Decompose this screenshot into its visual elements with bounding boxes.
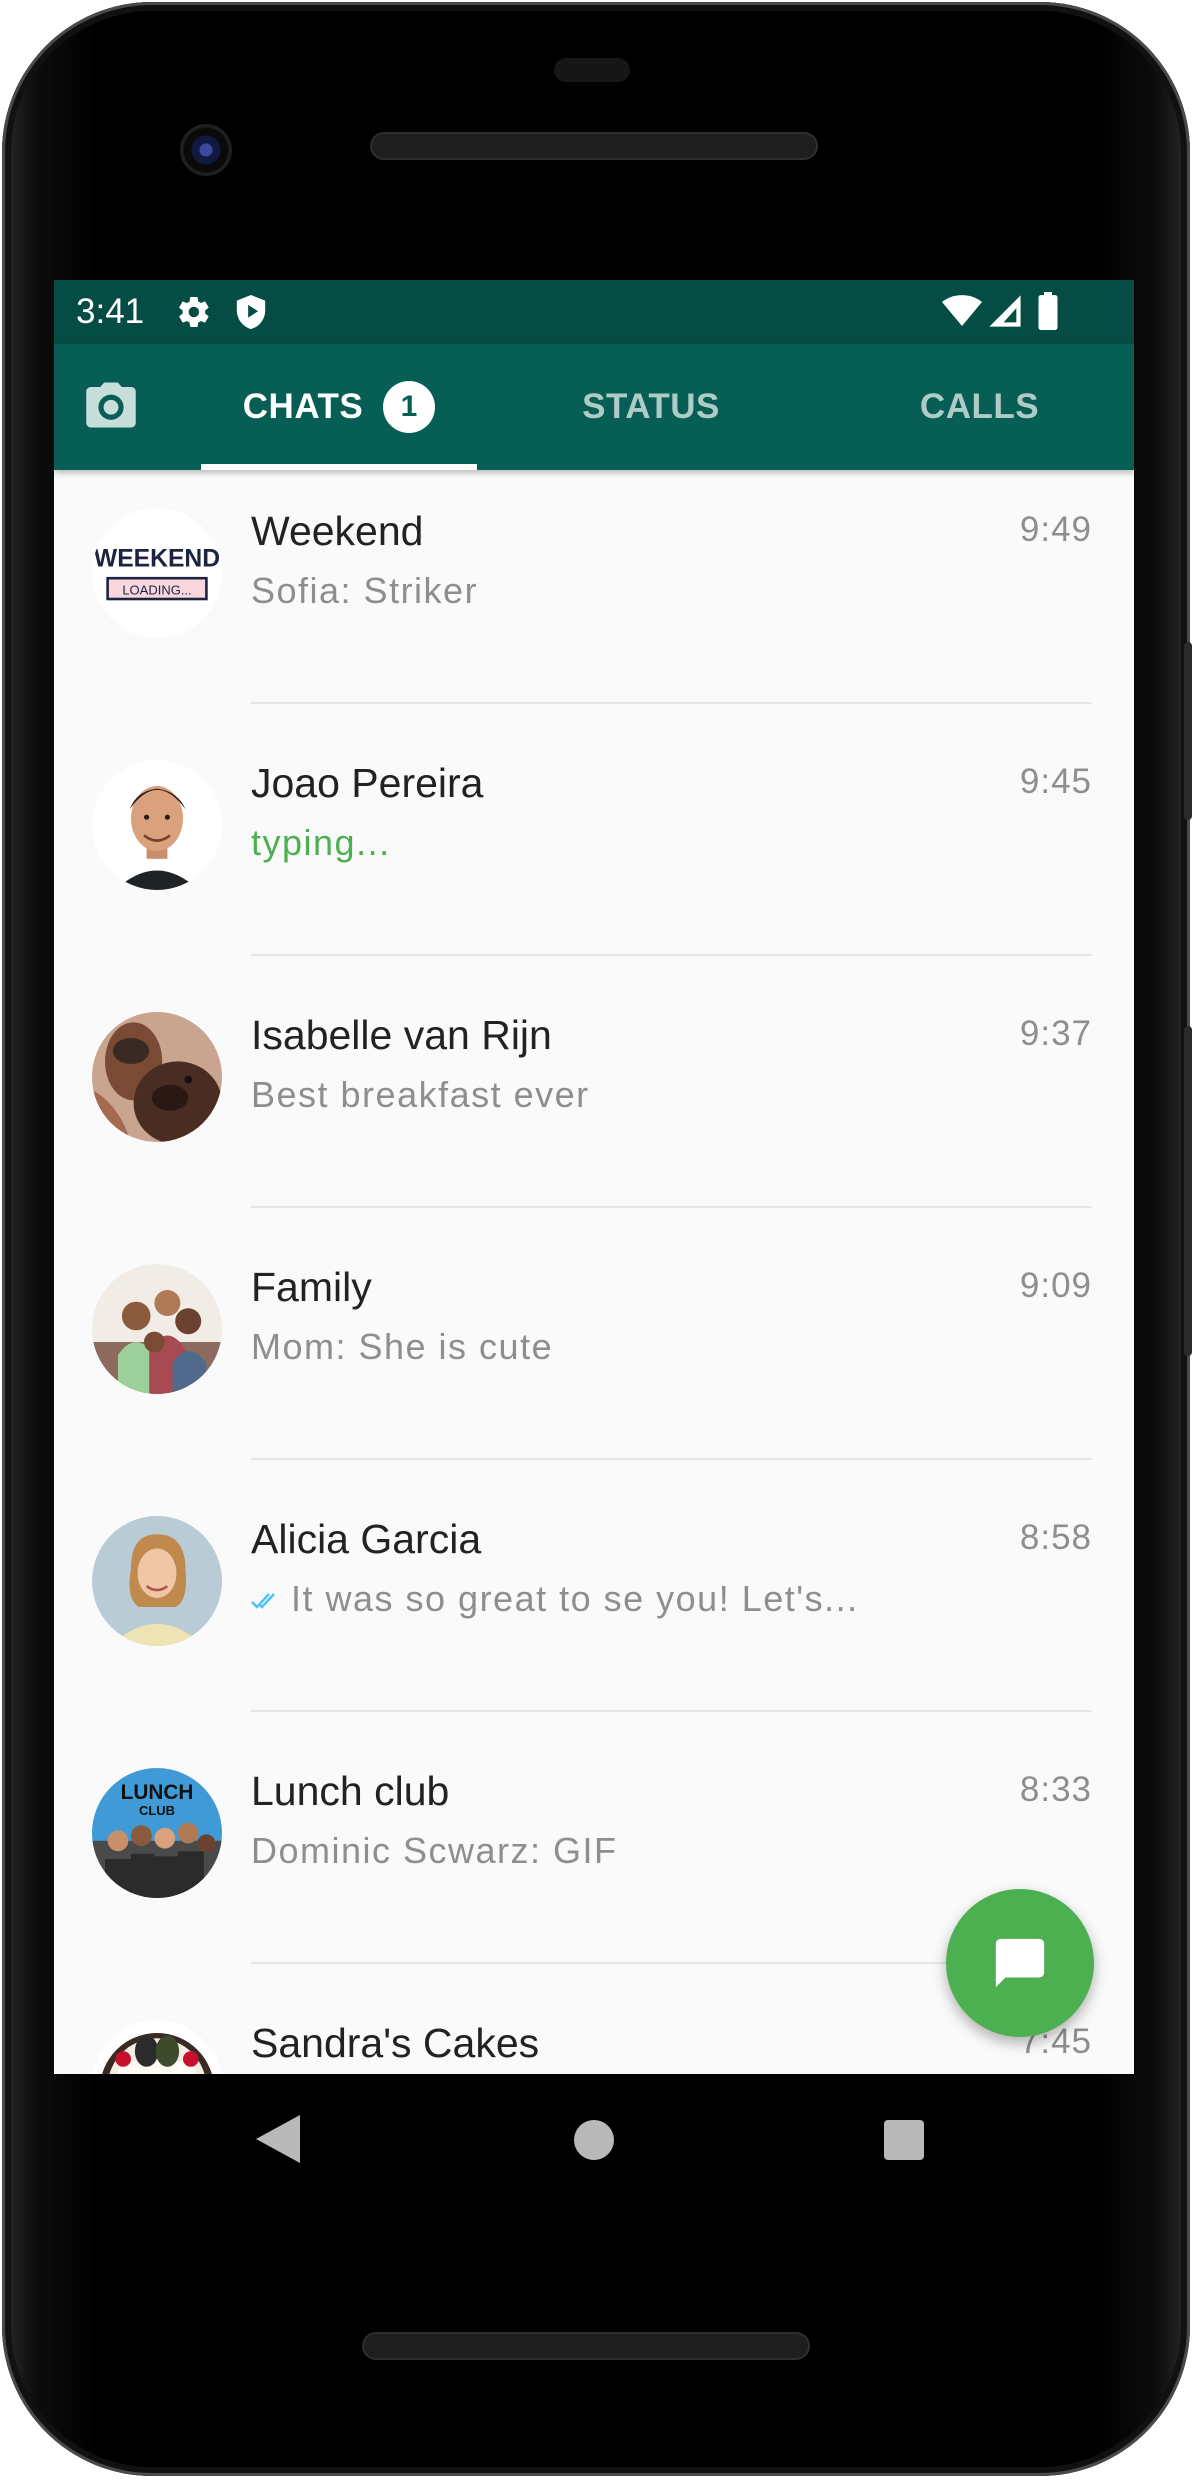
- new-chat-button[interactable]: [946, 1889, 1094, 2037]
- lunch-avatar-text-2: CLUB: [139, 1803, 175, 1818]
- chat-message-text: typing...: [251, 822, 391, 863]
- read-receipt-icon: [251, 1593, 275, 1610]
- status-time: 3:41: [76, 292, 145, 331]
- avatar[interactable]: [92, 1264, 222, 1394]
- bottom-speaker: [362, 2332, 810, 2360]
- chat-name: Isabelle van Rijn: [251, 1012, 552, 1058]
- shield-icon: [236, 295, 266, 329]
- earpiece: [554, 58, 630, 82]
- chat-list-item[interactable]: WEEKEND LOADING... Weekend 9:49 Sofia: Stri…: [54, 452, 1134, 704]
- top-speaker: [370, 132, 818, 160]
- chat-time: 8:58: [1019, 1518, 1092, 1557]
- chat-time: 9:49: [1019, 510, 1092, 549]
- chat-list-item[interactable]: Isabelle van Rijn 9:37 Best breakfast ever: [54, 956, 1134, 1208]
- avatar[interactable]: [92, 2020, 222, 2074]
- front-camera: [180, 124, 232, 176]
- chat-name: Alicia Garcia: [251, 1516, 482, 1562]
- chat-name: Sandra's Cakes: [251, 2020, 540, 2066]
- back-icon[interactable]: [256, 2114, 300, 2164]
- chat-message-text: Dominic Scwarz: GIF: [251, 1830, 618, 1871]
- chat-message-text: Best breakfast ever: [251, 1074, 590, 1115]
- app-bar-tabs: CHATS 1 STATUS CALLS: [54, 344, 1134, 470]
- tab-chats[interactable]: CHATS 1: [201, 344, 477, 470]
- weekend-avatar-text-2: LOADING...: [122, 582, 191, 597]
- chat-message-text: Sofia: Striker: [251, 570, 479, 611]
- chat-message-text: Mom: She is cute: [251, 1326, 554, 1367]
- wifi-icon: [942, 295, 982, 326]
- camera-icon[interactable]: [84, 380, 138, 430]
- status-bar: 3:41: [54, 280, 1134, 344]
- phone-frame: Sandra's Cakes7:45It will be ready on Th…: [2, 2, 1192, 2476]
- chat-last-message: Best breakfast ever: [251, 1074, 590, 1116]
- side-button-upper: [1184, 642, 1192, 820]
- avatar[interactable]: [92, 1012, 222, 1142]
- tab-chats-label: CHATS: [242, 387, 364, 426]
- side-button-lower: [1184, 1026, 1192, 1356]
- weekend-avatar-text-1: WEEKEND: [94, 546, 220, 573]
- chat-last-message: Mom: She is cute: [251, 1326, 553, 1368]
- chat-last-message: It was so great to se you! Let's...: [251, 1578, 859, 1620]
- chat-time: 9:37: [1019, 1014, 1092, 1053]
- typing-indicator: typing...: [251, 822, 391, 864]
- screen: Sandra's Cakes7:45It will be ready on Th…: [54, 280, 1134, 2074]
- avatar[interactable]: [92, 760, 222, 890]
- unread-badge: 1: [383, 381, 436, 433]
- tab-status[interactable]: STATUS: [477, 344, 825, 470]
- chat-list-item[interactable]: Family 9:09 Mom: She is cute: [54, 1208, 1134, 1460]
- tab-calls[interactable]: CALLS: [825, 344, 1134, 470]
- avatar[interactable]: LUNCH CLUB: [92, 1768, 222, 1898]
- tab-calls-label: CALLS: [919, 387, 1040, 426]
- gear-icon: [179, 296, 209, 328]
- chat-time: 9:45: [1019, 762, 1092, 801]
- signal-icon: [989, 295, 1021, 327]
- chat-time: 8:33: [1019, 1770, 1092, 1809]
- avatar[interactable]: WEEKEND LOADING...: [92, 508, 222, 638]
- avatar[interactable]: [92, 1516, 222, 1646]
- chat-bubble-icon: [995, 1938, 1045, 1988]
- chat-last-message: Sofia: Striker: [251, 570, 478, 612]
- chat-message-text: It was so great to se you! Let's...: [291, 1578, 859, 1619]
- chat-name: Lunch club: [251, 1768, 450, 1814]
- tab-indicator: [201, 464, 477, 470]
- lunch-avatar-text-1: LUNCH: [121, 1781, 194, 1804]
- battery-icon: [1038, 292, 1058, 330]
- chat-list-item[interactable]: Alicia Garcia 8:58 It was so great to se y…: [54, 1460, 1134, 1712]
- chat-last-message: Dominic Scwarz: GIF: [251, 1830, 618, 1872]
- chat-name: Weekend: [251, 508, 424, 554]
- home-icon[interactable]: [574, 2120, 614, 2160]
- chat-name: Family: [251, 1264, 372, 1310]
- recents-icon[interactable]: [884, 2120, 924, 2160]
- chat-time: 9:09: [1019, 1266, 1092, 1305]
- chat-list-item[interactable]: Joao Pereira 9:45 typing...: [54, 704, 1134, 956]
- chat-name: Joao Pereira: [251, 760, 484, 806]
- tab-status-label: STATUS: [582, 387, 720, 426]
